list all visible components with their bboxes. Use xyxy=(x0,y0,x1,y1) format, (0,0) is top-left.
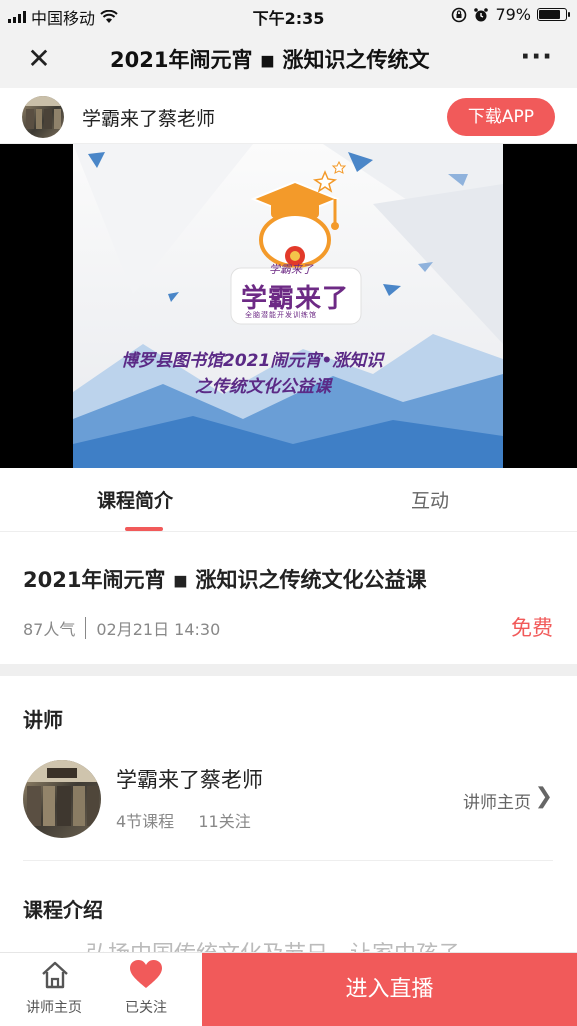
poster-caption-line2: 之传统文化公益课 xyxy=(195,377,331,397)
lecturer-heading: 讲师 xyxy=(23,708,63,732)
follow-button[interactable]: 已关注 xyxy=(96,953,196,1026)
navigation-bar: ✕ 2021年闹元宵 ◾ 涨知识之传统文 ··· xyxy=(0,30,577,88)
video-player[interactable]: 学霸来了 学霸来了 全脑潜能开发训练馆 博罗县图书馆2021闹元宵•涨知识 之传… xyxy=(0,144,577,468)
chevron-right-icon[interactable]: ❯ xyxy=(535,784,553,809)
logo-small-text: 学霸来了 xyxy=(269,263,313,276)
divider xyxy=(23,860,553,861)
orientation-lock-icon xyxy=(452,7,467,22)
battery-level xyxy=(539,10,560,19)
lecturer-home-button[interactable]: 讲师主页 xyxy=(4,953,104,1026)
course-meta: 87人气 02月21日 14:30 xyxy=(23,616,220,640)
download-app-button[interactable]: 下载APP xyxy=(447,98,555,136)
price-label: 免费 xyxy=(511,616,553,640)
lecturer-avatar-image xyxy=(23,760,101,826)
lecturer-card[interactable]: 学霸来了蔡老师 4节课程 11关注 讲师主页 ❯ xyxy=(0,740,577,860)
active-tab-indicator xyxy=(125,527,163,531)
lecturer-avatar[interactable] xyxy=(23,760,101,838)
meta-divider xyxy=(85,617,87,639)
bottom-action-bar: 讲师主页 已关注 进入直播 xyxy=(0,952,577,1026)
battery-icon xyxy=(537,8,570,21)
lecturer-follower-count: 11关注 xyxy=(198,812,251,831)
follow-label: 已关注 xyxy=(125,1000,167,1016)
lecturer-name: 学霸来了蔡老师 xyxy=(116,768,263,792)
tab-course-intro[interactable]: 课程简介 xyxy=(97,486,173,513)
page-title: 2021年闹元宵 ◾ 涨知识之传统文 xyxy=(110,48,430,72)
course-intro-heading: 课程介绍 xyxy=(23,898,103,922)
avatar-image xyxy=(22,96,64,129)
battery-percent: 79% xyxy=(495,5,531,24)
app-download-banner: 学霸来了蔡老师 下载APP xyxy=(0,88,577,144)
course-title: 2021年闹元宵 ◾ 涨知识之传统文化公益课 xyxy=(23,568,427,592)
logo-slogan: 全脑潜能开发训练馆 xyxy=(245,311,317,319)
lecturer-home-label: 讲师主页 xyxy=(26,1000,82,1016)
alarm-icon xyxy=(474,7,489,21)
lecturer-course-count: 4节课程 xyxy=(116,812,175,831)
heart-icon xyxy=(130,960,162,988)
popularity-count: 87人气 xyxy=(23,620,76,639)
content-tabs: 课程简介 互动 xyxy=(0,468,577,532)
status-bar: 中国移动 下午2:35 79% xyxy=(0,0,577,30)
more-options-icon[interactable]: ··· xyxy=(520,42,553,72)
tab-interaction[interactable]: 互动 xyxy=(411,486,449,513)
section-divider xyxy=(0,664,577,676)
account-name[interactable]: 学霸来了蔡老师 xyxy=(82,104,215,131)
lecturer-stats: 4节课程 11关注 xyxy=(116,808,251,832)
enter-live-button[interactable]: 进入直播 xyxy=(202,953,577,1026)
course-datetime: 02月21日 14:30 xyxy=(96,620,221,639)
lecturer-homepage-link[interactable]: 讲师主页 xyxy=(463,788,531,813)
avatar[interactable] xyxy=(22,96,64,138)
course-info: 2021年闹元宵 ◾ 涨知识之传统文化公益课 87人气 02月21日 14:30… xyxy=(0,532,577,664)
poster-caption-line1: 博罗县图书馆2021闹元宵•涨知识 xyxy=(121,351,384,371)
close-icon[interactable]: ✕ xyxy=(24,44,54,74)
video-poster: 学霸来了 学霸来了 全脑潜能开发训练馆 博罗县图书馆2021闹元宵•涨知识 之传… xyxy=(73,144,503,468)
home-icon xyxy=(42,961,68,989)
